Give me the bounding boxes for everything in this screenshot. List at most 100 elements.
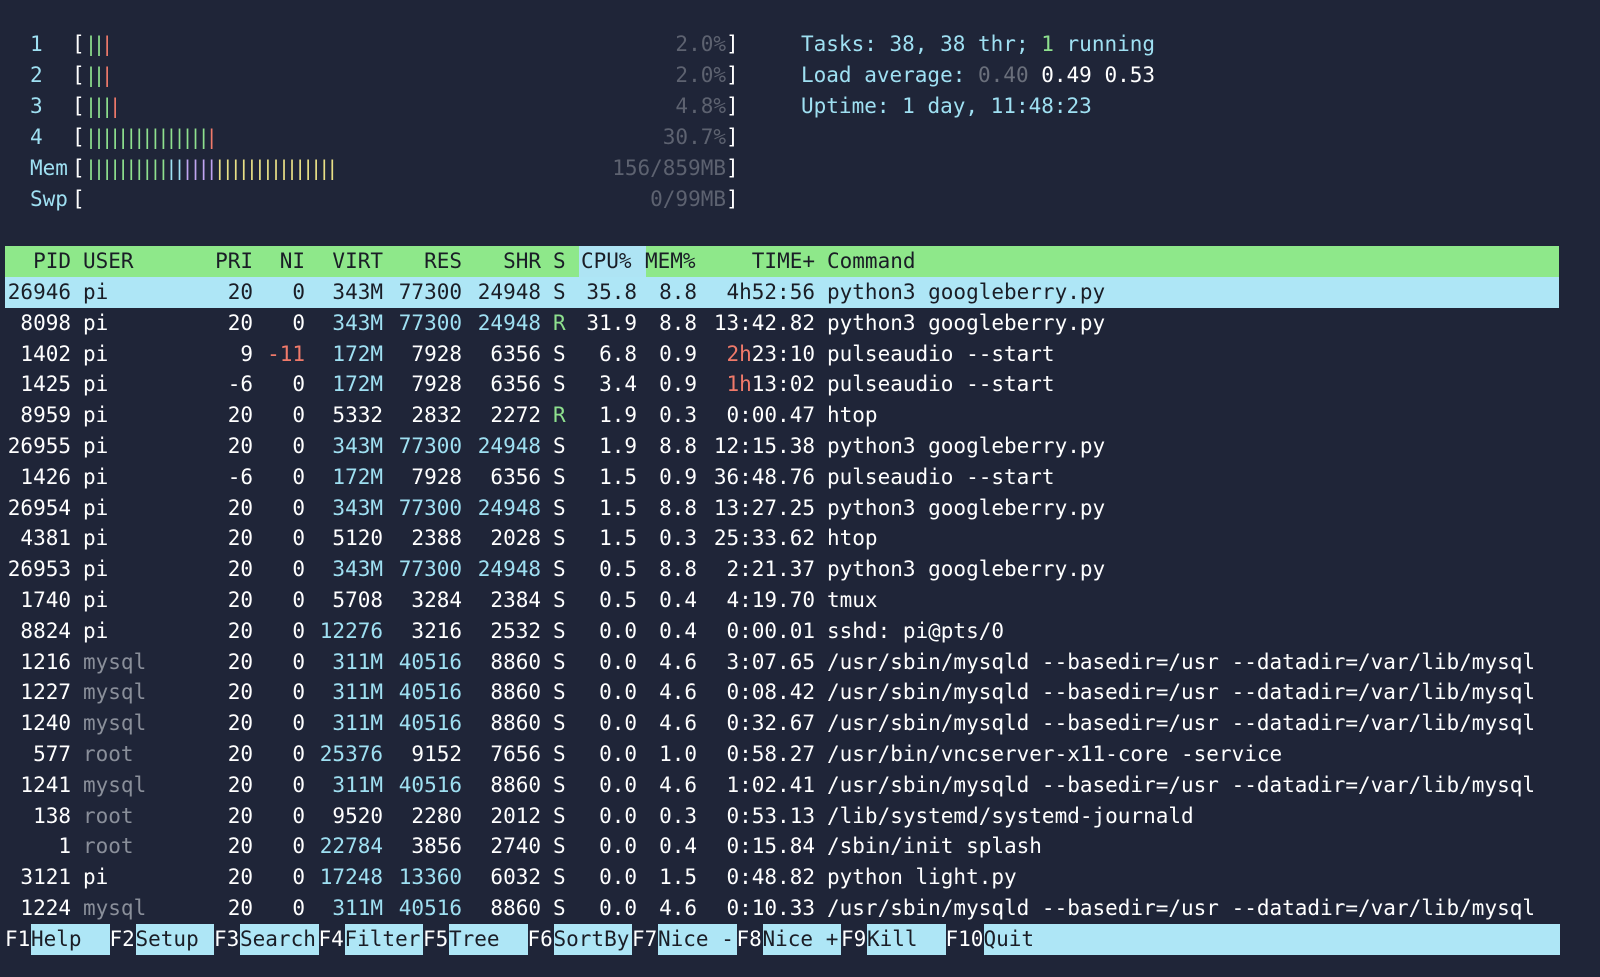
meter-label: 4 bbox=[30, 125, 43, 149]
meter-bar-segment: | bbox=[101, 32, 113, 56]
process-cpu: 0.0 bbox=[599, 896, 637, 920]
function-key-f6[interactable]: F6 bbox=[528, 924, 553, 955]
function-label-filter[interactable]: Filter bbox=[344, 924, 423, 955]
process-nice: 0 bbox=[292, 526, 305, 551]
meter-row: Mem[||||||||||||||||||||||||||||||| 156/8… bbox=[0, 153, 760, 184]
process-row[interactable]: 1426 pi -6 0 172M 7928 6356 S 1.5 0.9 36:48.76 puls… bbox=[5, 462, 1559, 493]
process-res: 3216 bbox=[411, 618, 462, 643]
process-nice: 0 bbox=[292, 803, 305, 828]
function-label-sortby[interactable]: SortBy bbox=[553, 924, 632, 955]
process-shr: 7656 bbox=[490, 742, 541, 766]
meter-open-bracket: [ bbox=[72, 94, 85, 118]
function-label-nice[interactable]: Nice - bbox=[658, 924, 737, 955]
process-priority: 20 bbox=[227, 896, 253, 920]
load-average-line: Load average: 0.40 0.49 0.53 bbox=[801, 60, 1155, 91]
uptime-value: 1 day, 11:48:23 bbox=[902, 94, 1092, 118]
process-row[interactable]: 3121 pi 20 0 17248 13360 6032 S 0.0 1.5 0:48.82 pyt… bbox=[5, 862, 1559, 893]
process-virt: 343M bbox=[332, 310, 383, 335]
function-label-tree[interactable]: Tree bbox=[449, 924, 528, 955]
process-virt: 25376 bbox=[319, 742, 383, 766]
column-header-pri[interactable]: PRI bbox=[185, 246, 253, 277]
process-row[interactable]: 1402 pi 9 -11 172M 7928 6356 S 6.8 0.9 2h23:10 puls… bbox=[5, 339, 1559, 370]
process-state: S bbox=[553, 434, 566, 458]
process-row[interactable]: 1240 mysql 20 0 311M 40516 8860 S 0.0 4.6 0:32.67 /… bbox=[5, 708, 1559, 739]
process-priority: -6 bbox=[227, 372, 253, 397]
process-state: S bbox=[553, 896, 566, 920]
column-header-shr[interactable]: SHR bbox=[465, 246, 541, 277]
process-row[interactable]: 8959 pi 20 0 5332 2832 2272 R 1.9 0.3 0:00.47 htop bbox=[5, 400, 1559, 431]
column-header-cpu[interactable]: CPU% bbox=[579, 246, 646, 277]
column-header-user[interactable]: USER bbox=[83, 246, 134, 277]
process-row[interactable]: 8824 pi 20 0 12276 3216 2532 S 0.0 0.4 0:00.01 sshd… bbox=[5, 616, 1559, 647]
function-key-f4[interactable]: F4 bbox=[319, 924, 344, 955]
process-row[interactable]: 26954 pi 20 0 343M 77300 24948 S 1.5 8.8 13:27.25 p… bbox=[5, 493, 1559, 524]
function-key-f10[interactable]: F10 bbox=[946, 924, 984, 955]
function-key-f8[interactable]: F8 bbox=[737, 924, 762, 955]
process-time-rest: 0:08.42 bbox=[726, 680, 815, 705]
column-header-virt[interactable]: VIRT bbox=[305, 246, 383, 277]
process-row[interactable]: 1740 pi 20 0 5708 3284 2384 S 0.5 0.4 4:19.70 tmux bbox=[5, 585, 1559, 616]
function-label-nice[interactable]: Nice + bbox=[762, 924, 841, 955]
process-state: S bbox=[553, 557, 566, 582]
process-shr: 24948 bbox=[477, 495, 541, 520]
process-row[interactable]: 26946 pi 20 0 343M 77300 24948 S 35.8 8.8 4h52:56 p… bbox=[5, 277, 1559, 308]
process-priority: 20 bbox=[227, 526, 253, 551]
function-key-f2[interactable]: F2 bbox=[110, 924, 135, 955]
process-state: S bbox=[553, 588, 566, 612]
process-time-rest: 0:48.82 bbox=[726, 865, 815, 890]
process-row[interactable]: 577 root 20 0 25376 9152 7656 S 0.0 1.0 0:58.27/us… bbox=[5, 739, 1559, 770]
column-header-time[interactable]: TIME+ bbox=[705, 246, 815, 277]
process-res: 77300 bbox=[398, 495, 462, 520]
function-key-f1[interactable]: F1 bbox=[5, 924, 30, 955]
column-header-command[interactable]: Command bbox=[827, 246, 916, 277]
process-row[interactable]: 8098 pi 20 0 343M 77300 24948 R 31.9 8.8 13:42.82 p… bbox=[5, 308, 1559, 339]
function-key-f7[interactable]: F7 bbox=[632, 924, 657, 955]
process-row[interactable]: 1425 pi -6 0 172M 7928 6356 S 3.4 0.9 1h13:02 pulse… bbox=[5, 369, 1559, 400]
function-key-f5[interactable]: F5 bbox=[423, 924, 448, 955]
function-label-quit[interactable]: Quit bbox=[983, 924, 1560, 955]
meter-bar: |||| bbox=[85, 91, 121, 122]
column-header-state[interactable]: S bbox=[553, 246, 566, 277]
process-priority: 20 bbox=[227, 557, 253, 582]
column-header-pid[interactable]: PID bbox=[5, 246, 71, 277]
process-row[interactable]: 1216 mysql 20 0 311M 40516 8860 S 0.0 4.6 3:07.65 /… bbox=[5, 647, 1559, 678]
process-nice: 0 bbox=[292, 403, 305, 428]
process-shr: 24948 bbox=[477, 280, 541, 304]
process-mem: 0.3 bbox=[659, 526, 697, 551]
process-priority: 20 bbox=[227, 403, 253, 428]
tasks-line: Tasks: 38, 38 thr; 1 running bbox=[801, 29, 1155, 60]
process-nice: 0 bbox=[292, 310, 305, 335]
column-header-mem[interactable]: MEM% bbox=[645, 246, 696, 277]
process-state: S bbox=[553, 711, 566, 736]
process-row[interactable]: 1227 mysql 20 0 311M 40516 8860 S 0.0 4.6 0:08.42 /… bbox=[5, 677, 1559, 708]
process-time: 0:48.82 bbox=[705, 862, 815, 893]
process-shr: 6356 bbox=[490, 341, 541, 366]
process-row[interactable]: 26953 pi 20 0 343M 77300 24948 S 0.5 8.8 2:21.37 py… bbox=[5, 554, 1559, 585]
process-pid: 577 bbox=[33, 742, 71, 766]
process-priority: -6 bbox=[227, 464, 253, 489]
process-row[interactable]: 1224 mysql 20 0 311M 40516 8860 S 0.0 4.6 0:10.33 /… bbox=[5, 893, 1559, 924]
process-res: 7928 bbox=[411, 341, 462, 366]
process-cpu: 1.5 bbox=[599, 495, 637, 520]
process-row[interactable]: 1 root 20 0 22784 3856 2740 S 0.0 0.4 0:15.84/sbin… bbox=[5, 831, 1559, 862]
function-label-kill[interactable]: Kill bbox=[867, 924, 946, 955]
column-header-res[interactable]: RES bbox=[385, 246, 462, 277]
function-label-help[interactable]: Help bbox=[31, 924, 110, 955]
process-row[interactable]: 26955 pi 20 0 343M 77300 24948 S 1.9 8.8 12:15.38 p… bbox=[5, 431, 1559, 462]
process-row[interactable]: 4381 pi 20 0 5120 2388 2028 S 1.5 0.3 25:33.62 htop bbox=[5, 523, 1559, 554]
process-shr: 6356 bbox=[490, 372, 541, 397]
process-cpu: 0.0 bbox=[599, 680, 637, 705]
function-key-f3[interactable]: F3 bbox=[214, 924, 239, 955]
column-header-ni[interactable]: NI bbox=[255, 246, 305, 277]
process-table-header: PID USER PRI NI VIRT RES SHR S CPU% MEM%… bbox=[5, 246, 1559, 277]
function-label-search[interactable]: Search bbox=[240, 924, 319, 955]
process-state: S bbox=[553, 495, 566, 520]
meter-label: Mem bbox=[30, 156, 68, 180]
process-shr: 8860 bbox=[490, 711, 541, 736]
process-row[interactable]: 1241 mysql 20 0 311M 40516 8860 S 0.0 4.6 1:02.41 /… bbox=[5, 770, 1559, 801]
process-res: 40516 bbox=[398, 711, 462, 736]
function-key-f9[interactable]: F9 bbox=[841, 924, 866, 955]
function-label-setup[interactable]: Setup bbox=[135, 924, 214, 955]
process-mem: 8.8 bbox=[659, 434, 697, 458]
process-row[interactable]: 138 root 20 0 9520 2280 2012 S 0.0 0.3 0:53.13/lib… bbox=[5, 801, 1559, 832]
